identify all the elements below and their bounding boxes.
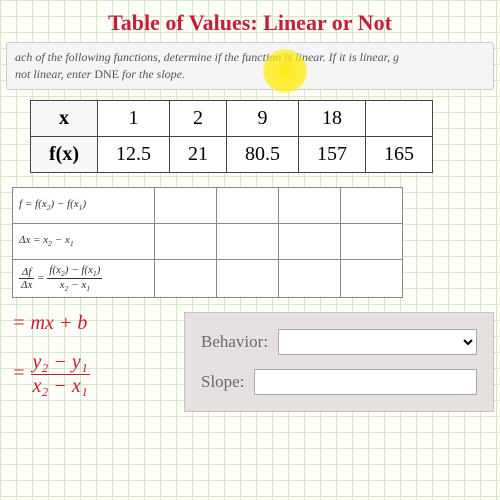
calc-cell [341,223,403,259]
cell: 165 [365,136,432,172]
table-row: Δx = x2 − x1 [13,223,403,259]
linear-formula: = mx + b [12,312,166,335]
calc-cell [217,259,279,297]
behavior-select[interactable] [278,329,477,355]
calc-cell [155,223,217,259]
cell: 21 [169,136,226,172]
prompt-line2a: not linear, enter [15,67,94,81]
cell [365,100,432,136]
slope-label: Slope: [201,372,244,392]
cell: 9 [226,100,298,136]
table-row: f(x) 12.5 21 80.5 157 165 [31,136,433,172]
calc-cell [155,259,217,297]
calc-label-ratio: ΔfΔx = f(x2) − f(x1)x2 − x1 [13,259,155,297]
row-label-x: x [31,100,98,136]
slope-formula: = y₂ − y₁ x₂ − x₁ [12,351,166,398]
cell: 1 [97,100,169,136]
calc-cell [279,223,341,259]
table-row: x 1 2 9 18 [31,100,433,136]
calc-label-df: f = f(x2) − f(x1) [13,187,155,223]
calc-cell [217,223,279,259]
values-table: x 1 2 9 18 f(x) 12.5 21 80.5 157 165 [30,100,433,173]
prompt-dne: DNE [94,67,119,81]
cell: 157 [298,136,365,172]
prompt-line1: ach of the following functions, determin… [15,50,399,64]
prompt-line2c: for the slope. [122,67,185,81]
calc-cell [279,259,341,297]
calc-cell [341,187,403,223]
page-title: Table of Values: Linear or Not [6,10,494,36]
cell: 2 [169,100,226,136]
calc-cell [341,259,403,297]
calc-cell [217,187,279,223]
calc-table: f = f(x2) − f(x1) Δx = x2 − x1 ΔfΔx = f(… [12,187,403,298]
instruction-box: ach of the following functions, determin… [6,42,494,90]
behavior-label: Behavior: [201,332,268,352]
table-row: f = f(x2) − f(x1) [13,187,403,223]
cell: 18 [298,100,365,136]
answer-panel: Behavior: Slope: [184,312,494,412]
row-label-fx: f(x) [31,136,98,172]
calc-cell [279,187,341,223]
slope-input[interactable] [254,369,477,395]
cell: 80.5 [226,136,298,172]
cell: 12.5 [97,136,169,172]
calc-label-dx: Δx = x2 − x1 [13,223,155,259]
formula-block: = mx + b = y₂ − y₁ x₂ − x₁ [6,312,166,398]
table-row: ΔfΔx = f(x2) − f(x1)x2 − x1 [13,259,403,297]
calc-cell [155,187,217,223]
